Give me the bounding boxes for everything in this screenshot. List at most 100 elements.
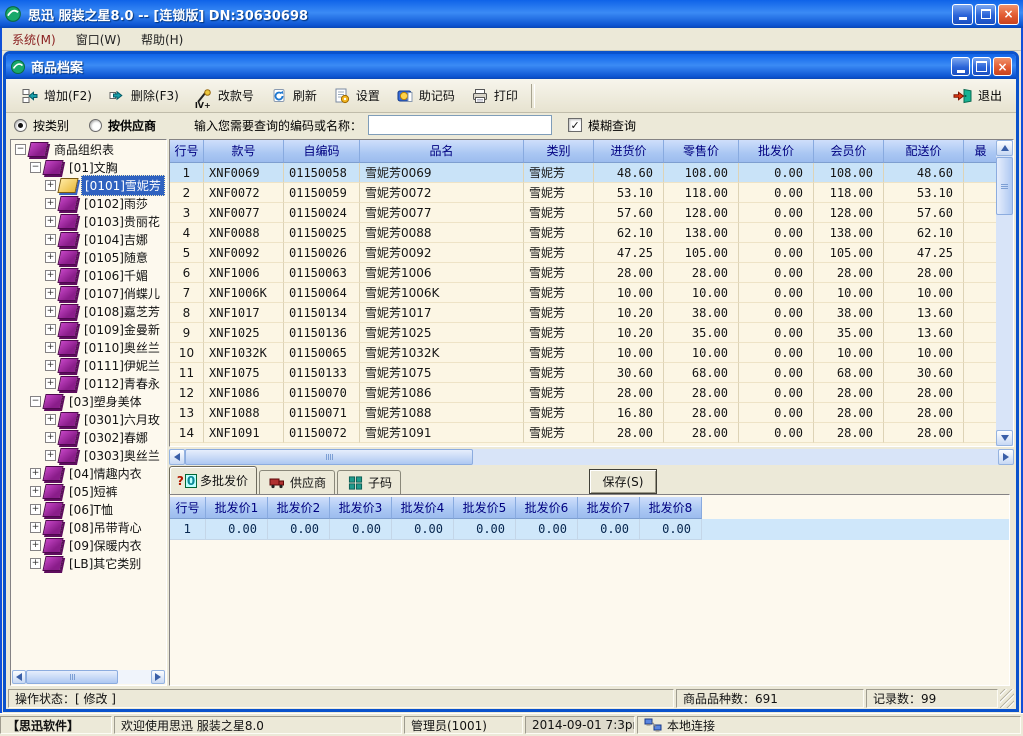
table-cell[interactable]: XNF1032K [204,343,284,363]
table-cell[interactable]: 128.00 [814,203,884,223]
table-cell[interactable]: 0.00 [739,303,814,323]
column-header[interactable]: 进货价 [594,140,664,163]
table-cell[interactable]: 01150064 [284,283,360,303]
table-cell[interactable]: 01150025 [284,223,360,243]
save-button[interactable]: 保存(S) [589,469,657,494]
print-button[interactable]: 打印 [462,81,525,111]
table-cell[interactable]: 118.00 [664,183,739,203]
tree-item[interactable]: +[0303]奥丝兰 [11,446,166,464]
tree-item[interactable]: + [06]T恤 [11,500,166,518]
mnemonic-button[interactable]: 助记码 [387,81,462,111]
table-cell[interactable] [964,383,998,403]
table-row[interactable]: 3XNF007701150024雪妮芳0077雪妮芳57.60128.000.0… [170,203,998,223]
expand-icon[interactable]: + [30,504,41,515]
tree-item-label[interactable]: [05]短裤 [66,482,121,501]
table-cell[interactable]: 28.00 [594,263,664,283]
table-cell[interactable]: 68.00 [814,363,884,383]
table-cell[interactable]: 雪妮芳 [524,223,594,243]
table-cell[interactable]: 雪妮芳1025 [360,323,524,343]
table-row[interactable]: 2XNF007201150059雪妮芳0072雪妮芳53.10118.000.0… [170,183,998,203]
tree-item[interactable]: +[0302]春娜 [11,428,166,446]
tree-item[interactable]: +[05]短裤 [11,482,166,500]
tree-item-label[interactable]: [0103]贵丽花 [81,212,163,231]
table-cell[interactable]: 雪妮芳 [524,163,594,183]
table-cell[interactable]: 28.00 [814,383,884,403]
expand-icon[interactable]: + [30,522,41,533]
wholesale-column-header[interactable]: 批发价6 [516,497,578,519]
table-cell[interactable]: 14 [170,423,204,443]
table-cell[interactable]: 雪妮芳1088 [360,403,524,423]
table-cell[interactable]: 雪妮芳 [524,303,594,323]
table-cell[interactable]: 28.00 [814,263,884,283]
table-cell[interactable]: 雪妮芳 [524,323,594,343]
table-cell[interactable]: 雪妮芳 [524,283,594,303]
table-cell[interactable]: 雪妮芳 [524,363,594,383]
minimize-button[interactable] [952,4,973,25]
table-cell[interactable] [964,323,998,343]
table-cell[interactable]: 0.00 [739,183,814,203]
tree-item-label[interactable]: [06]T恤 [66,500,116,519]
doc-maximize-button[interactable] [972,57,991,76]
table-cell[interactable]: 28.00 [664,383,739,403]
expand-icon[interactable]: + [30,558,41,569]
table-cell[interactable]: 雪妮芳 [524,183,594,203]
table-cell[interactable]: 10.00 [594,283,664,303]
table-cell[interactable]: XNF0077 [204,203,284,223]
expand-icon[interactable]: + [45,216,56,227]
by-category-radio[interactable] [14,119,27,132]
table-cell[interactable]: 7 [170,283,204,303]
table-cell[interactable]: 13.60 [884,303,964,323]
search-input[interactable] [368,115,552,135]
table-cell[interactable]: XNF0072 [204,183,284,203]
table-cell[interactable]: 6 [170,263,204,283]
table-horizontal-scrollbar[interactable] [169,449,1014,465]
table-row[interactable]: 7XNF1006K01150064雪妮芳1006K雪妮芳10.0010.000.… [170,283,998,303]
table-cell[interactable]: 138.00 [814,223,884,243]
table-cell[interactable]: 雪妮芳1091 [360,423,524,443]
table-cell[interactable]: 雪妮芳 [524,403,594,423]
tree-item[interactable]: +[0101]雪妮芳 [11,176,166,194]
table-cell[interactable]: 10.20 [594,323,664,343]
table-cell[interactable]: 01150070 [284,383,360,403]
table-cell[interactable]: 10.00 [664,343,739,363]
table-cell[interactable]: 9 [170,323,204,343]
table-cell[interactable]: XNF1075 [204,363,284,383]
table-cell[interactable]: 10.00 [814,343,884,363]
column-header[interactable]: 配送价 [884,140,964,163]
expand-icon[interactable]: + [45,450,56,461]
table-cell[interactable]: 30.60 [594,363,664,383]
tree-item-label[interactable]: [LB]其它类别 [66,554,144,573]
table-cell[interactable] [964,343,998,363]
table-cell[interactable]: 118.00 [814,183,884,203]
wholesale-column-header[interactable]: 行号 [170,497,206,519]
table-row[interactable]: 10XNF1032K01150065雪妮芳1032K雪妮芳10.0010.000… [170,343,998,363]
table-cell[interactable]: 01150071 [284,403,360,423]
table-cell[interactable]: 57.60 [884,203,964,223]
tree-item-label[interactable]: [0106]千媚 [81,266,151,285]
table-cell[interactable]: 雪妮芳1032K [360,343,524,363]
table-cell[interactable]: XNF0088 [204,223,284,243]
table-cell[interactable]: 28.00 [594,423,664,443]
tree-item[interactable]: +[09]保暖内衣 [11,536,166,554]
tree-item[interactable]: +[0105]随意 [11,248,166,266]
scroll-right-icon[interactable] [151,670,165,684]
wholesale-column-header[interactable]: 批发价1 [206,497,268,519]
table-cell[interactable] [964,283,998,303]
expand-icon[interactable]: + [45,288,56,299]
table-cell[interactable] [964,303,998,323]
table-cell[interactable]: 5 [170,243,204,263]
tree-item-label[interactable]: [09]保暖内衣 [66,536,145,555]
wholesale-cell[interactable]: 0.00 [392,519,454,540]
table-cell[interactable]: 28.00 [884,423,964,443]
tree-item[interactable]: + [0103]贵丽花 [11,212,166,230]
expand-icon[interactable]: + [45,234,56,245]
table-cell[interactable]: 0.00 [739,383,814,403]
expand-icon[interactable]: + [45,198,56,209]
table-cell[interactable]: 138.00 [664,223,739,243]
table-cell[interactable]: 12 [170,383,204,403]
menu-help[interactable]: 帮助(H) [131,29,193,50]
table-cell[interactable] [964,223,998,243]
tree-item-label[interactable]: [0105]随意 [81,248,151,267]
table-cell[interactable]: 01150063 [284,263,360,283]
table-cell[interactable]: 雪妮芳 [524,423,594,443]
